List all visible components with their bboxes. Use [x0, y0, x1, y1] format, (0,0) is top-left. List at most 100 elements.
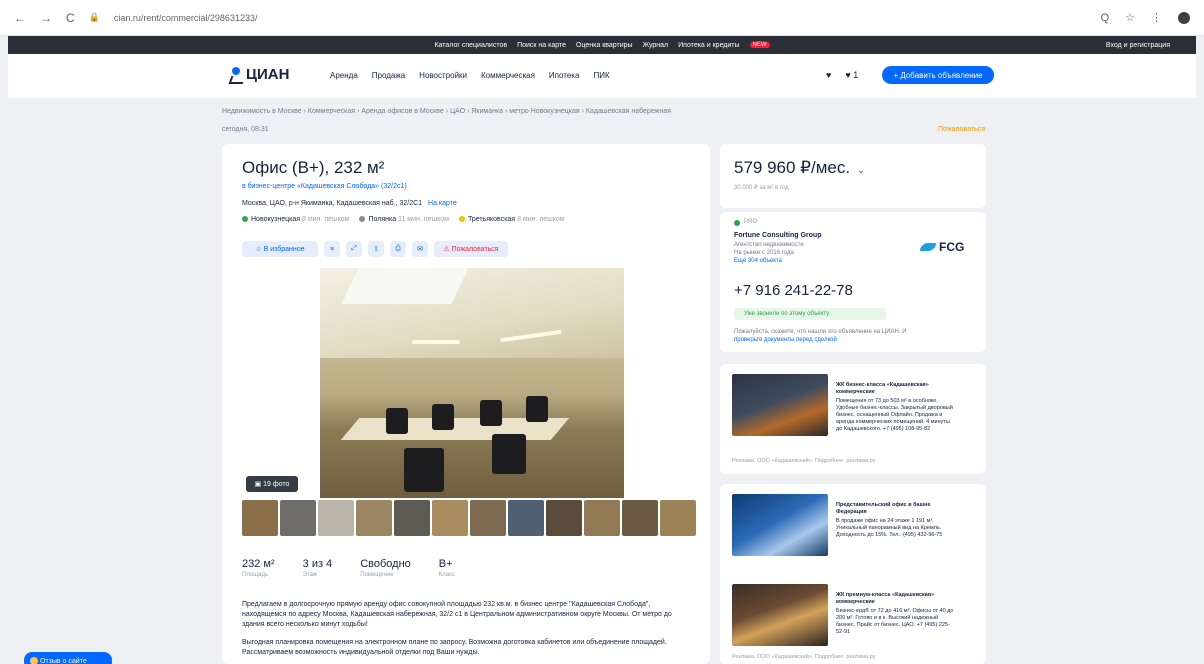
- metro-item[interactable]: Полянка 11 мин. пешком: [359, 216, 449, 223]
- agent-card: PRO Fortune Consulting Group Агентство н…: [720, 212, 986, 352]
- agent-type: Агентство недвижимости: [734, 242, 804, 248]
- photo-thumbnail[interactable]: [470, 500, 506, 536]
- logo-text: ЦИАН: [246, 66, 290, 83]
- fact-floor: 3 из 4 Этаж: [302, 558, 333, 578]
- feedback-button[interactable]: Отзыв о сайте: [24, 652, 112, 664]
- nav-mortgage[interactable]: Ипотека: [549, 71, 580, 80]
- favorite-button[interactable]: ☆ В избранное: [242, 241, 318, 257]
- ad-text: ЖК премиум-класса «Кадашевская» коммерче…: [836, 592, 954, 635]
- nav-rent[interactable]: Аренда: [330, 71, 358, 80]
- photo-thumbnail[interactable]: [508, 500, 544, 536]
- price-card: 579 960 ₽/мес. ⌄ 30 000 ₽ за м² в год: [720, 144, 986, 208]
- agent-name[interactable]: Fortune Consulting Group: [734, 232, 822, 239]
- photo-thumbnail[interactable]: [660, 500, 696, 536]
- phone-note: Уже звонили по этому объекту: [734, 308, 886, 320]
- photo-gallery[interactable]: ▣ 19 фото: [242, 268, 700, 498]
- forward-icon[interactable]: →: [40, 11, 52, 25]
- photo-chair: [404, 448, 444, 492]
- compare-icon[interactable]: ≡: [324, 241, 340, 257]
- check-documents-link[interactable]: проверьте документы перед сделкой: [734, 337, 837, 343]
- metro-icon: [359, 216, 366, 223]
- zoom-icon[interactable]: Q: [1101, 12, 1110, 24]
- topbar-link[interactable]: Журнал: [643, 42, 669, 49]
- agency-logo[interactable]: FCG: [920, 240, 964, 254]
- topbar-link[interactable]: Оценка квартиры: [576, 42, 633, 49]
- photo-chair: [480, 400, 502, 426]
- lock-icon[interactable]: 🔒: [89, 12, 100, 23]
- top-service-bar: Каталог специалистов Поиск на карте Оцен…: [8, 36, 1196, 54]
- share-icon[interactable]: ⇪: [368, 241, 384, 257]
- breadcrumb[interactable]: Недвижимость в Москве › Коммерческая › А…: [222, 108, 671, 115]
- topbar-link[interactable]: Ипотека и кредиты: [678, 42, 739, 49]
- price-value: 579 960 ₽/мес.: [734, 158, 851, 177]
- agent-since: На рынке с 2016 года: [734, 250, 794, 256]
- photo-thumbnail[interactable]: [622, 500, 658, 536]
- metro-item[interactable]: Третьяковская 8 мин. пешком: [458, 216, 565, 223]
- ad-image[interactable]: [732, 584, 828, 646]
- photo-chair: [432, 404, 454, 430]
- photo-skylight: [341, 268, 469, 304]
- topbar-link[interactable]: Поиск на карте: [517, 42, 566, 49]
- metro-icon: [458, 216, 465, 223]
- photo-thumbnail[interactable]: [280, 500, 316, 536]
- price: 579 960 ₽/мес. ⌄: [734, 158, 865, 178]
- add-listing-button[interactable]: + Добавить объявление: [882, 66, 994, 84]
- complain-link[interactable]: Пожаловаться: [938, 126, 985, 133]
- expand-icon[interactable]: ⤢: [346, 241, 362, 257]
- address: Москва, ЦАО, р-н Якиманка, Кадашевская н…: [242, 200, 457, 207]
- ad-card[interactable]: ЖК премиум-класса «Кадашевская» коммерче…: [720, 574, 986, 664]
- login-link[interactable]: Вход и регистрация: [1106, 42, 1170, 49]
- pro-badge: PRO: [744, 219, 758, 225]
- address-bar[interactable]: cian.ru/rent/commercial/298631233/: [114, 13, 1087, 23]
- business-center-link[interactable]: в бизнес-центре «Кадашевская Слобода» (3…: [242, 183, 407, 190]
- map-link[interactable]: На карте: [428, 200, 457, 207]
- photo-thumbnail[interactable]: [584, 500, 620, 536]
- thumbnail-strip: [242, 500, 696, 536]
- photo-thumbnail[interactable]: [394, 500, 430, 536]
- photo-chair: [526, 396, 548, 422]
- chevron-down-icon[interactable]: ⌄: [857, 165, 865, 176]
- nav-commercial[interactable]: Коммерческая: [481, 71, 535, 80]
- cian-logo[interactable]: ЦИАН: [230, 66, 289, 83]
- agency-logo-text: FCG: [939, 240, 965, 254]
- photo-chair: [492, 434, 526, 474]
- agent-more-link[interactable]: Ещё 304 объекта: [734, 258, 782, 264]
- back-icon[interactable]: ←: [14, 11, 26, 25]
- message-icon[interactable]: ✉: [412, 241, 428, 257]
- bookmark-star-icon[interactable]: ☆: [1125, 11, 1135, 24]
- address-text: Москва, ЦАО, р-н Якиманка, Кадашевская н…: [242, 200, 423, 207]
- photo-count-badge[interactable]: ▣ 19 фото: [246, 476, 298, 492]
- agent-footnote-text: Пожалуйста, скажите, что нашли это объяв…: [734, 329, 907, 335]
- main-nav: Аренда Продажа Новостройки Коммерческая …: [330, 71, 610, 80]
- key-facts: 232 м² Площадь 3 из 4 Этаж Свободно Помещен…: [242, 558, 455, 578]
- photo-thumbnail[interactable]: [318, 500, 354, 536]
- favorites-icon[interactable]: ♥: [826, 70, 831, 80]
- ad-text: ЖК бизнес-класса «Кадашевская» коммерчес…: [836, 382, 953, 432]
- reload-icon[interactable]: C: [66, 11, 75, 25]
- phone-number[interactable]: +7 916 241-22-78: [734, 282, 853, 299]
- topbar-link[interactable]: Каталог специалистов: [434, 42, 507, 49]
- logo-pin-icon: [230, 66, 242, 83]
- profile-avatar[interactable]: [1178, 11, 1190, 24]
- complaint-button[interactable]: ⚠ Пожаловаться: [434, 241, 508, 257]
- photo-thumbnail[interactable]: [432, 500, 468, 536]
- fact-status: Свободно Помещение: [360, 558, 411, 578]
- print-icon[interactable]: ⎙: [390, 241, 406, 257]
- nav-new-buildings[interactable]: Новостройки: [419, 71, 467, 80]
- description: Предлагаем в долгосрочную прямую аренду …: [242, 600, 692, 664]
- photo-thumbnail[interactable]: [546, 500, 582, 536]
- ad-image[interactable]: [732, 374, 828, 436]
- photo-thumbnail[interactable]: [242, 500, 278, 536]
- ad-card[interactable]: ЖК бизнес-класса «Кадашевская» коммерчес…: [720, 364, 986, 474]
- metro-item[interactable]: Новокузнецкая 8 мин. пешком: [242, 216, 349, 223]
- ad-image[interactable]: [732, 494, 828, 556]
- photo-lamp: [412, 340, 460, 344]
- saved-icon[interactable]: ♥ 1: [845, 70, 858, 80]
- main-photo[interactable]: [320, 268, 624, 498]
- nav-sale[interactable]: Продажа: [372, 71, 405, 80]
- fact-area: 232 м² Площадь: [242, 558, 275, 578]
- photo-thumbnail[interactable]: [356, 500, 392, 536]
- nav-pik[interactable]: ПИК: [593, 71, 609, 80]
- browser-menu-icon[interactable]: ⋮: [1151, 11, 1162, 24]
- ad-footer: Реклама. ООО «Кадашевский». Подробнее: р…: [732, 458, 876, 464]
